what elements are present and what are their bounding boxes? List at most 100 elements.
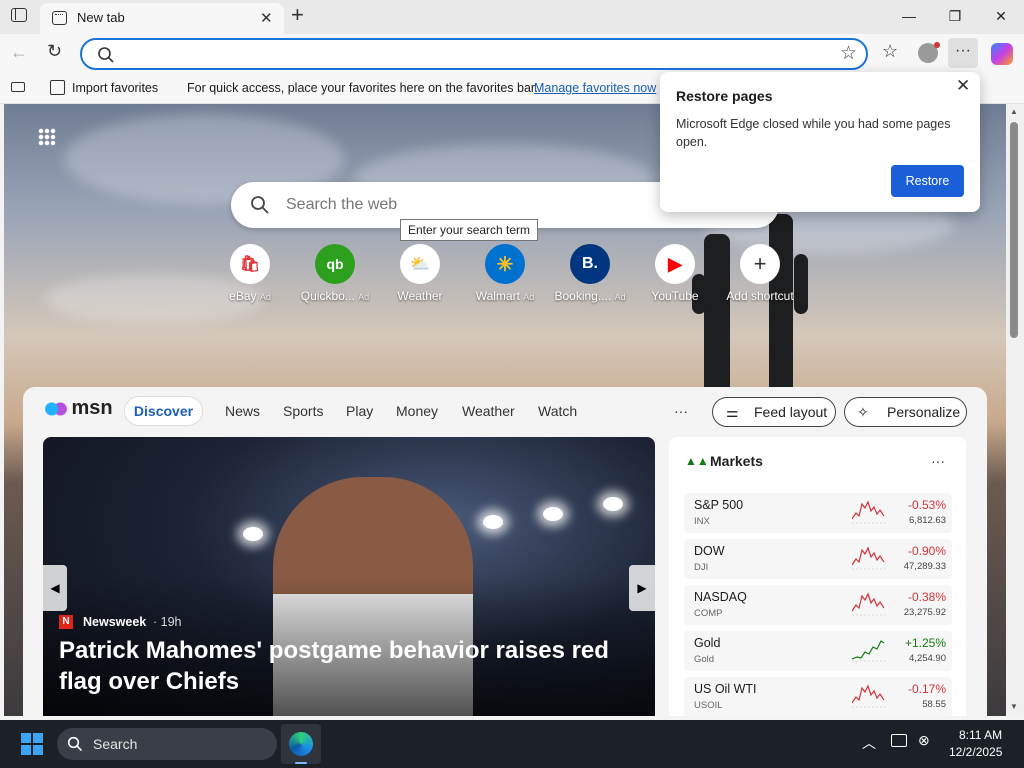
shortcut-label: Booking.... xyxy=(554,289,612,303)
markets-chart-icon: ▲▲ xyxy=(685,454,709,468)
market-row[interactable]: DOW DJI -0.90% 47,289.33 xyxy=(684,539,952,579)
windows-start-icon[interactable] xyxy=(21,733,43,755)
tab-news[interactable]: News xyxy=(225,403,260,419)
manage-favorites-link[interactable]: Manage favorites now xyxy=(534,81,656,95)
refresh-icon[interactable]: ↻ xyxy=(47,41,62,62)
tab-money[interactable]: Money xyxy=(396,403,438,419)
market-value: 23,275.92 xyxy=(903,607,946,618)
market-name: DOW xyxy=(694,544,725,558)
favorites-bar-icon xyxy=(11,82,25,92)
hero-article-card[interactable]: ◀ ▶ N Newsweek · 19h Patrick Mahomes' po… xyxy=(43,437,655,716)
carousel-prev-button[interactable]: ◀ xyxy=(43,565,67,611)
msn-butterfly-icon xyxy=(45,398,67,419)
article-headline[interactable]: Patrick Mahomes' postgame behavior raise… xyxy=(59,635,649,697)
article-age: · 19h xyxy=(153,615,182,629)
volume-muted-icon[interactable]: ⊗ xyxy=(918,732,930,749)
stadium-light xyxy=(243,527,263,541)
edge-taskbar-button[interactable] xyxy=(281,724,321,764)
market-change: -0.53% xyxy=(907,498,946,512)
toolbar: ← ↻ ☆ ☆ ··· xyxy=(0,34,1024,74)
network-icon[interactable] xyxy=(891,734,907,747)
minimize-icon[interactable]: — xyxy=(886,0,932,32)
youtube-icon: ▶ xyxy=(655,244,695,284)
close-tab-icon[interactable]: ✕ xyxy=(260,9,273,27)
close-dialog-icon[interactable]: ✕ xyxy=(956,76,970,96)
tab-watch[interactable]: Watch xyxy=(538,403,577,419)
tab-sports[interactable]: Sports xyxy=(283,403,323,419)
personalize-button[interactable]: ✧ Personalize xyxy=(844,397,967,427)
tab-play[interactable]: Play xyxy=(346,403,373,419)
markets-more-icon[interactable]: ··· xyxy=(931,453,945,469)
tray-chevron-up-icon[interactable]: ︿ xyxy=(862,733,876,753)
taskbar-search[interactable]: Search xyxy=(57,728,277,760)
market-symbol: USOIL xyxy=(694,700,723,711)
sparkle-icon: ✧ xyxy=(857,404,869,420)
tab-actions-icon[interactable] xyxy=(11,8,27,22)
copilot-icon[interactable] xyxy=(991,43,1013,65)
tab-weather[interactable]: Weather xyxy=(462,403,515,419)
restore-window-icon[interactable]: ❐ xyxy=(932,0,978,32)
market-row[interactable]: NASDAQ COMP -0.38% 23,275.92 xyxy=(684,585,952,625)
msn-brand: msn xyxy=(71,397,113,419)
market-row[interactable]: Gold Gold +1.25% 4,254.90 xyxy=(684,631,952,671)
market-row[interactable]: US Oil WTI USOIL -0.17% 58.55 xyxy=(684,677,952,716)
profile-alert-dot xyxy=(934,42,940,48)
shortcut-ebay[interactable]: 🛍 eBay Ad xyxy=(205,244,295,303)
shortcut-youtube[interactable]: ▶ YouTube xyxy=(630,244,720,303)
newsweek-icon: N xyxy=(59,615,73,629)
market-row[interactable]: S&P 500 INX -0.53% 6,812.63 xyxy=(684,493,952,533)
market-symbol: INX xyxy=(694,516,710,527)
shortcut-label: Walmart xyxy=(475,289,520,303)
clock-date[interactable]: 12/2/2025 xyxy=(949,745,1002,759)
more-tabs-icon[interactable]: ··· xyxy=(674,403,688,419)
feed-layout-button[interactable]: ⚌ Feed layout xyxy=(712,397,836,427)
market-name: S&P 500 xyxy=(694,498,744,512)
tab-new-tab[interactable]: New tab ✕ xyxy=(40,3,284,34)
clock-time[interactable]: 8:11 AM xyxy=(959,728,1002,742)
settings-more-icon[interactable]: ··· xyxy=(948,38,978,68)
scrollbar-thumb[interactable] xyxy=(1010,122,1018,338)
address-bar[interactable]: ☆ xyxy=(80,38,868,70)
add-shortcut-button[interactable]: + Add shortcut xyxy=(715,244,805,303)
market-name: NASDAQ xyxy=(694,590,747,604)
personalize-label: Personalize xyxy=(887,404,961,420)
market-value: 6,812.63 xyxy=(909,515,946,526)
close-window-icon[interactable]: ✕ xyxy=(978,0,1024,32)
apps-launcher-icon[interactable] xyxy=(38,128,56,146)
import-favorites-button[interactable]: Import favorites xyxy=(72,81,158,95)
dialog-body: Microsoft Edge closed while you had some… xyxy=(676,117,951,149)
favorite-star-icon[interactable]: ☆ xyxy=(840,42,857,65)
shortcut-label: eBay xyxy=(229,289,257,303)
favorites-bar-message: For quick access, place your favorites h… xyxy=(187,81,538,95)
search-tooltip: Enter your search term xyxy=(400,219,539,241)
shortcut-booking[interactable]: B. Booking.... Ad xyxy=(545,244,635,303)
carousel-next-button[interactable]: ▶ xyxy=(629,565,655,611)
ad-badge: Ad xyxy=(358,292,370,302)
shortcut-walmart[interactable]: ✳ Walmart Ad xyxy=(460,244,550,303)
shortcut-quickbooks[interactable]: qb Quickbo... Ad xyxy=(290,244,380,303)
page-scrollbar[interactable]: ▲ ▼ xyxy=(1006,104,1024,716)
markets-title[interactable]: Markets xyxy=(710,453,763,469)
favorites-icon[interactable]: ☆ xyxy=(882,41,898,62)
title-bar: New tab ✕ + — ❐ ✕ xyxy=(0,0,1024,34)
sparkline-chart xyxy=(852,500,886,524)
new-tab-icon[interactable]: + xyxy=(291,2,304,28)
msn-logo[interactable]: msn xyxy=(45,397,113,420)
plus-icon: + xyxy=(740,244,780,284)
back-icon[interactable]: ← xyxy=(10,42,28,63)
msn-feed: msn Discover News Sports Play Money Weat… xyxy=(23,387,987,716)
scroll-up-arrow[interactable]: ▲ xyxy=(1010,107,1018,116)
newtab-favicon xyxy=(52,11,67,25)
shortcut-label: Weather xyxy=(397,289,443,303)
shortcut-weather[interactable]: ⛅ Weather xyxy=(375,244,465,303)
scroll-down-arrow[interactable]: ▼ xyxy=(1010,702,1018,711)
tab-discover[interactable]: Discover xyxy=(124,396,203,426)
market-symbol: Gold xyxy=(694,654,715,665)
walmart-icon: ✳ xyxy=(485,244,525,284)
booking-icon: B. xyxy=(570,244,610,284)
restore-button[interactable]: Restore xyxy=(891,165,964,197)
edge-icon xyxy=(289,732,313,756)
taskbar: Search ︿ ⊗ 8:11 AM 12/2/2025 xyxy=(0,720,1024,768)
sparkline-chart xyxy=(852,684,886,708)
article-source: Newsweek xyxy=(83,615,147,629)
